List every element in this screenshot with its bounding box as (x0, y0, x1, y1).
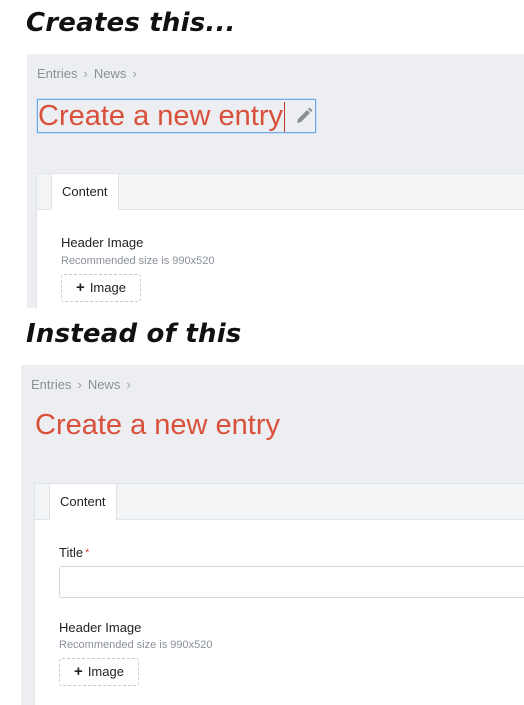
tab-bar: Content (35, 484, 524, 520)
tab-content[interactable]: Content (51, 174, 119, 210)
breadcrumb: Entries › News › (31, 377, 137, 392)
breadcrumb-separator-icon: › (126, 377, 131, 392)
title-field-label: Title * (59, 545, 89, 560)
text-cursor (284, 102, 286, 133)
breadcrumb-separator-icon: › (77, 377, 82, 392)
content-card: Content Title * Header Image Recommended … (34, 483, 524, 705)
page-title: Create a new entry (38, 100, 284, 132)
screenshot-instead-of-this: Entries › News › Create a new entry Content… (21, 365, 524, 705)
add-image-label: Image (87, 664, 124, 679)
breadcrumb-separator-icon: › (83, 66, 88, 81)
header-image-help: Recommended size is 990x520 (61, 255, 215, 267)
breadcrumb-entries[interactable]: Entries (37, 66, 77, 81)
title-input[interactable] (59, 566, 524, 598)
tab-bar: Content (37, 174, 524, 210)
add-image-button[interactable]: + Image (59, 658, 139, 686)
add-image-label: Image (89, 280, 126, 295)
header-image-help: Recommended size is 990x520 (59, 639, 213, 651)
header-image-label: Header Image (61, 235, 144, 250)
page-title-editable[interactable]: Create a new entry (37, 99, 317, 133)
breadcrumb-entries[interactable]: Entries (31, 377, 71, 392)
caption-instead-of-this: Instead of this (26, 319, 242, 349)
breadcrumb-news[interactable]: News (88, 377, 121, 392)
plus-icon: + (76, 279, 85, 296)
page-title: Create a new entry (35, 409, 281, 441)
required-marker: * (85, 547, 90, 559)
screenshot-creates-this: Entries › News › Create a new entry Content… (27, 54, 524, 308)
content-card: Content Header Image Recommended size is… (36, 173, 524, 308)
add-image-button[interactable]: + Image (61, 274, 141, 302)
header-image-label: Header Image (59, 620, 142, 635)
pencil-icon[interactable] (294, 106, 314, 126)
tab-content[interactable]: Content (49, 484, 117, 520)
caption-creates-this: Creates this... (26, 8, 236, 38)
title-label-text: Title (59, 545, 84, 560)
breadcrumb-news[interactable]: News (94, 66, 127, 81)
breadcrumb: Entries › News › (37, 66, 143, 81)
breadcrumb-separator-icon: › (132, 66, 137, 81)
plus-icon: + (74, 663, 83, 680)
